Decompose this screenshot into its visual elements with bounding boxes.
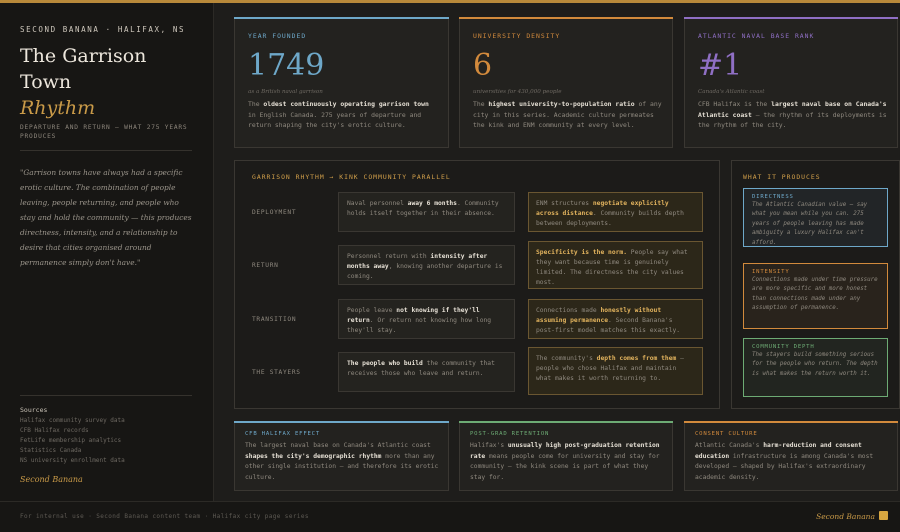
garrison-cell: People leave not knowing if they'll retu…: [338, 299, 515, 339]
divider: [20, 395, 192, 396]
footer: For internal use · Second Banana content…: [0, 501, 900, 532]
stat-body-text: The: [473, 100, 489, 108]
garrison-cell: Personnel return with intensity after mo…: [338, 245, 515, 285]
source-item: Halifax community survey data: [20, 417, 125, 424]
parallel-panel: GARRISON RHYTHM → KINK COMMUNITY PARALLE…: [234, 160, 720, 409]
body-text: Halifax's: [470, 442, 508, 449]
sources-list: Halifax community survey data CFB Halifa…: [20, 416, 125, 466]
cell-text: The community's: [536, 355, 597, 362]
cell-text: Connections made: [536, 307, 601, 314]
bottom-card-label: CFB HALIFAX EFFECT: [245, 431, 321, 437]
stat-body-text: in English Canada. 275 years of departur…: [248, 110, 422, 130]
card-accent-bar: [459, 17, 673, 19]
stat-body-emphasis: highest university-to-population ratio: [488, 100, 635, 108]
page-title: The Garrison Town Rhythm: [20, 43, 146, 121]
cell-emphasis: away 6 months: [407, 200, 457, 207]
stat-caption: as a British naval garrison: [248, 89, 323, 95]
pull-quote: "Garrison towns have always had a specif…: [20, 168, 192, 267]
card-accent-bar: [684, 421, 898, 423]
row-label: DEPLOYMENT: [252, 209, 297, 216]
body-emphasis: shapes the city's demographic rhythm: [245, 452, 382, 460]
bottom-card-post-grad: POST-GRAD RETENTION Halifax's unusually …: [459, 421, 673, 491]
row-label: THE STAYERS: [252, 369, 301, 376]
cell-text: ENM structures: [536, 200, 593, 207]
body-text: means people come for university and sta…: [470, 452, 660, 481]
stat-body-emphasis: oldest continuously operating garrison t…: [263, 100, 429, 108]
bottom-card-body: Atlantic Canada's harm-reduction and con…: [695, 441, 891, 483]
produces-text: The Atlantic Canadian value — say what y…: [752, 202, 868, 246]
bottom-card-cfb-halifax: CFB HALIFAX EFFECT The largest naval bas…: [234, 421, 449, 491]
sidebar: SECOND BANANA · HALIFAX, NS The Garrison…: [0, 3, 214, 501]
body-text: The largest naval base on Canada's Atlan…: [245, 442, 431, 449]
card-accent-bar: [459, 421, 673, 423]
bottom-card-label: POST-GRAD RETENTION: [470, 431, 550, 437]
sources-heading: Sources: [20, 406, 48, 414]
footer-brand: Second Banana: [816, 511, 888, 521]
cell-emphasis: depth comes from them: [596, 355, 677, 362]
stat-label: ATLANTIC NAVAL BASE RANK: [698, 32, 815, 40]
panel-title: GARRISON RHYTHM → KINK COMMUNITY PARALLE…: [252, 173, 451, 181]
source-item: Statistics Canada: [20, 447, 82, 454]
footer-brand-name: Second Banana: [816, 512, 875, 521]
stat-value: 1749: [248, 48, 325, 83]
produces-heading: INTENSITY: [752, 269, 790, 275]
divider: [20, 150, 192, 151]
stat-body: CFB Halifax is the largest naval base on…: [698, 99, 888, 131]
bottom-card-body: Halifax's unusually high post-graduation…: [470, 441, 666, 483]
sidebar-brand: Second Banana: [20, 475, 83, 484]
banana-logo-icon: [879, 511, 888, 520]
stat-body: The highest university-to-population rat…: [473, 99, 663, 131]
garrison-cell: The people who build the community that …: [338, 352, 515, 392]
produces-text: The stayers build something serious for …: [752, 352, 878, 377]
source-item: FetLife membership analytics: [20, 437, 122, 444]
kink-cell: Connections made honestly without assumi…: [528, 299, 703, 339]
garrison-cell: Naval personnel away 6 months. Community…: [338, 192, 515, 232]
cell-emphasis: Specificity is the norm.: [536, 249, 627, 256]
stat-label: UNIVERSITY DENSITY: [473, 32, 561, 40]
produces-panel: WHAT IT PRODUCES DIRECTNESS The Atlantic…: [731, 160, 900, 409]
stat-value: 6: [473, 48, 493, 83]
bottom-card-consent-culture: CONSENT CULTURE Atlantic Canada's harm-r…: [684, 421, 898, 491]
kink-cell: ENM structures negotiate explicitly acro…: [528, 192, 703, 232]
stat-value: #1: [698, 48, 743, 83]
card-accent-bar: [234, 17, 449, 19]
stat-body: The oldest continuously operating garris…: [248, 99, 438, 131]
title-line-3: Rhythm: [20, 97, 96, 119]
stat-card-year-founded: YEAR FOUNDED 1749 as a British naval gar…: [234, 17, 449, 148]
subtitle: DEPARTURE AND RETURN — WHAT 275 YEARS PR…: [20, 124, 188, 140]
produces-card-directness: DIRECTNESS The Atlantic Canadian value —…: [743, 188, 888, 247]
cell-text: People leave: [347, 307, 397, 314]
stat-caption: universities for 430,000 people: [473, 89, 562, 95]
row-label: TRANSITION: [252, 316, 297, 323]
footer-text: For internal use · Second Banana content…: [20, 513, 309, 520]
produces-title: WHAT IT PRODUCES: [743, 173, 821, 181]
cell-text: Personnel return with: [347, 253, 431, 260]
produces-heading: DIRECTNESS: [752, 194, 794, 200]
kicker: SECOND BANANA · HALIFAX, NS: [20, 25, 186, 34]
stat-label: YEAR FOUNDED: [248, 32, 307, 40]
stat-card-naval-base-rank: ATLANTIC NAVAL BASE RANK #1 Canada's Atl…: [684, 17, 898, 148]
bottom-card-body: The largest naval base on Canada's Atlan…: [245, 441, 441, 483]
stat-caption: Canada's Atlantic coast: [698, 89, 765, 95]
card-accent-bar: [684, 17, 898, 19]
kink-cell: Specificity is the norm. People say what…: [528, 241, 703, 289]
produces-card-community-depth: COMMUNITY DEPTH The stayers build someth…: [743, 338, 888, 397]
title-line-1: The Garrison: [20, 45, 147, 67]
produces-heading: COMMUNITY DEPTH: [752, 344, 815, 350]
stat-body-text: CFB Halifax is the: [698, 100, 772, 108]
cell-emphasis: The people who build: [347, 360, 423, 367]
produces-text: Connections made under time pressure are…: [752, 277, 878, 312]
card-accent-bar: [234, 421, 449, 423]
cell-text: Naval personnel: [347, 200, 408, 207]
kink-cell: The community's depth comes from them — …: [528, 347, 703, 395]
body-text: Atlantic Canada's: [695, 442, 764, 449]
bottom-card-label: CONSENT CULTURE: [695, 431, 758, 437]
row-label: RETURN: [252, 262, 279, 269]
source-item: CFB Halifax records: [20, 427, 89, 434]
title-line-2: Town: [20, 71, 72, 93]
produces-card-intensity: INTENSITY Connections made under time pr…: [743, 263, 888, 329]
source-item: NS university enrollment data: [20, 457, 125, 464]
stat-card-university-density: UNIVERSITY DENSITY 6 universities for 43…: [459, 17, 673, 148]
stat-body-text: The: [248, 100, 264, 108]
